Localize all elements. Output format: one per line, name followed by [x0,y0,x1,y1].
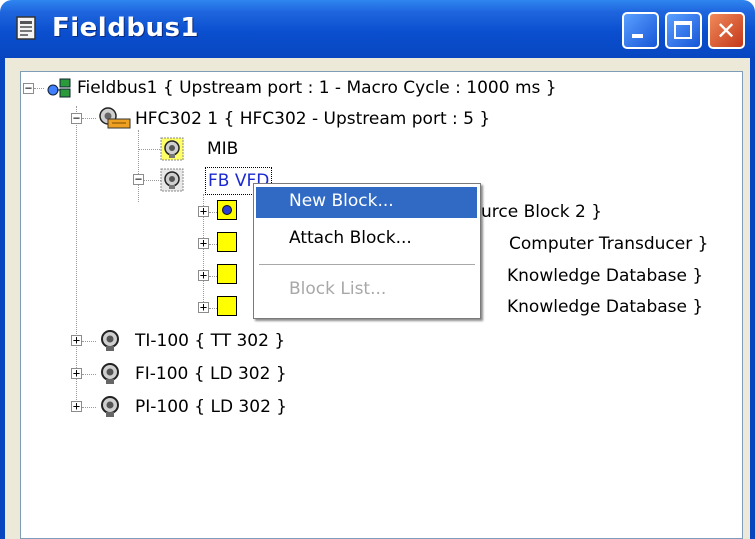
menu-item-attach-block[interactable]: Attach Block... [256,224,477,255]
title-bar[interactable]: Fieldbus1 ✕ [0,0,755,58]
mib-icon [160,137,184,161]
tree-line [138,130,139,202]
minimize-icon [632,34,643,38]
tree-line [82,118,96,119]
maximize-button[interactable] [665,12,702,49]
menu-item-block-list: Block List... [256,275,477,306]
tree-item-label: Computer Transducer } [509,234,709,254]
minimize-button[interactable] [622,12,659,49]
tree-expander[interactable]: + [198,269,209,281]
database-block-icon [217,264,237,284]
vfd-icon [160,168,184,192]
tree-item-label: Knowledge Database } [507,266,704,286]
tree-expander[interactable]: + [198,237,209,249]
tree-expander[interactable]: − [23,82,34,94]
menu-item-label: Block List... [289,279,387,299]
close-button[interactable]: ✕ [708,12,745,49]
tree-item-label: PI-100 { LD 302 } [135,397,288,417]
tree-expander[interactable]: − [133,173,144,185]
bridge-device-icon [99,107,131,129]
tree-item-label: FI-100 { LD 302 } [135,364,287,384]
menu-item-new-block[interactable]: New Block... [256,187,477,218]
menu-separator [259,264,475,265]
window-border-right [750,58,755,539]
context-menu: New Block... Attach Block... Block List.… [253,183,481,319]
tree-expander[interactable]: + [71,400,82,412]
tree-item-label: TI-100 { TT 302 } [135,331,286,351]
tree-expander[interactable]: − [71,112,82,124]
tree-line [76,106,77,410]
database-block-icon [217,296,237,316]
resource-block-icon [217,200,237,220]
maximize-icon [674,21,692,39]
tree-expander[interactable]: + [198,301,209,313]
fieldbus-window: Fieldbus1 ✕ − Fieldbus1 {Upstream port … [0,0,755,539]
tree-item-label: HFC302 1 { HFC302 - Upstream port : 5 } [135,109,491,129]
tree-item-label: Fieldbus1 { Upstream port : 1 - Macro Cy… [77,78,557,98]
tree-line [82,341,96,342]
menu-item-label: New Block... [289,191,394,211]
tree-expander[interactable]: + [71,334,82,346]
tree-line [82,374,96,375]
tree-item-label: urce Block 2 } [481,202,603,222]
tree-item-label: MIB [207,139,239,159]
tree-line [34,88,44,89]
tree-expander[interactable]: + [71,367,82,379]
menu-item-label: Attach Block... [289,228,412,248]
tree-item-label: Knowledge Database } [507,297,704,317]
network-icon [47,78,71,98]
transmitter-icon [101,363,119,384]
tree-expander[interactable]: + [198,205,209,217]
document-icon[interactable] [14,15,40,41]
tree-line [82,407,96,408]
close-icon: ✕ [716,17,737,45]
transducer-block-icon [217,232,237,252]
window-title: Fieldbus1 [52,13,200,43]
transmitter-icon [101,396,119,417]
transmitter-icon [101,330,119,351]
tree-line [138,149,162,150]
